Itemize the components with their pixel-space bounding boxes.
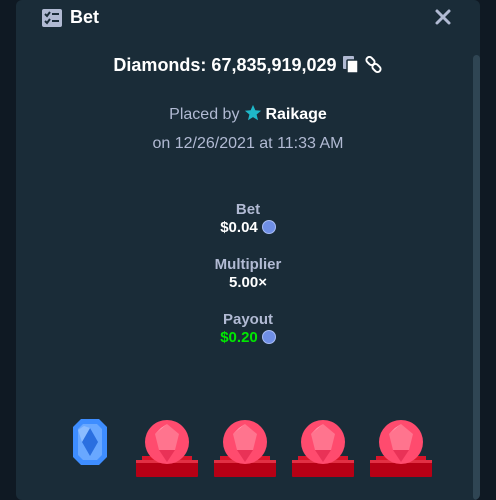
close-icon[interactable] [432, 6, 454, 28]
payout-value-row: $0.20 [16, 329, 480, 347]
bet-list-icon [42, 9, 62, 27]
star-icon [245, 104, 262, 121]
red-gem-icon [136, 420, 198, 477]
payout-label: Payout [222, 311, 273, 328]
bet-label: Bet [235, 201, 261, 218]
placed-by-row: Placed by Raikage [16, 104, 480, 125]
modal-title: Bet [70, 7, 100, 27]
bet-value-row: $0.04 [16, 219, 480, 237]
bet-stat: Bet $0.04 [16, 201, 480, 237]
coin-icon [261, 220, 276, 234]
payout-stat: Payout $0.20 [16, 311, 480, 347]
game-title: Diamonds: 67,835,919,029 [113, 55, 337, 75]
red-gem-icon [292, 420, 354, 477]
modal-header: Bet [16, 0, 480, 36]
multiplier-value: 5.00× [229, 274, 267, 291]
blue-gem-icon [73, 419, 107, 465]
copy-icon[interactable] [342, 56, 359, 74]
link-icon[interactable] [365, 56, 383, 74]
multiplier-label: Multiplier [214, 256, 282, 273]
username-link[interactable]: Raikage [265, 106, 326, 123]
bet-date: on 12/26/2021 at 11:33 AM [152, 135, 344, 152]
multiplier-stat: Multiplier 5.00× [16, 256, 480, 292]
red-gem-icon [214, 420, 276, 477]
game-title-row: Diamonds: 67,835,919,029 [16, 54, 480, 76]
placed-by-label: Placed by [169, 106, 240, 123]
bet-modal: Bet Diamonds: 67,835,919,029 Placed by R… [16, 0, 480, 500]
coin-icon [261, 330, 276, 344]
bet-value: $0.04 [220, 219, 258, 236]
payout-value: $0.20 [220, 329, 258, 346]
red-gem-icon [370, 420, 432, 477]
